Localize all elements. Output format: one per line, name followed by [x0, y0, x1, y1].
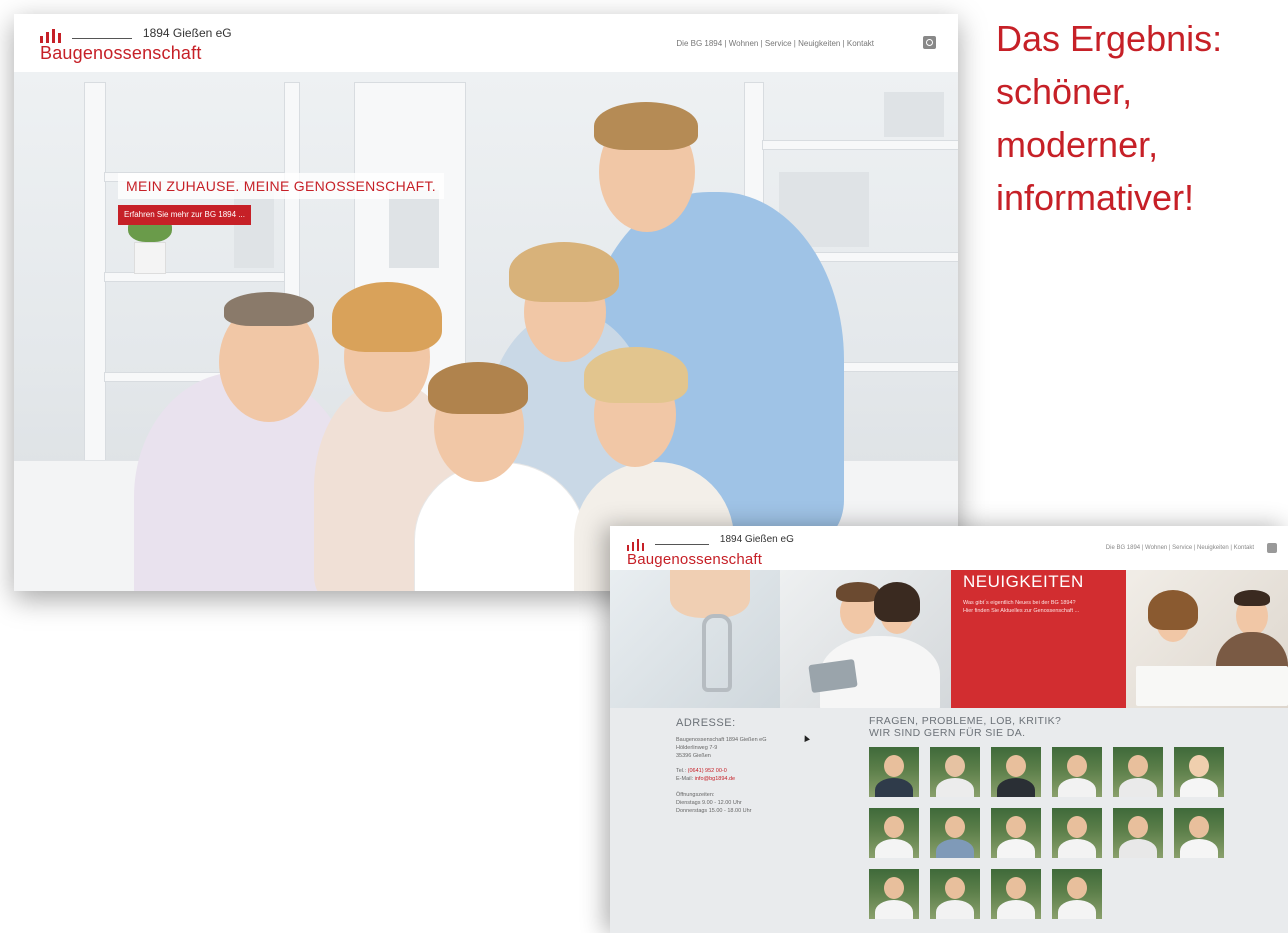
tile-couple-tablet[interactable]	[780, 570, 951, 708]
headline-line-1: Das Ergebnis:	[996, 18, 1223, 59]
phone-link[interactable]: (0641) 952 00-0	[688, 768, 727, 774]
search-icon[interactable]	[1267, 543, 1277, 553]
headline-line-3: moderner,	[996, 124, 1159, 165]
site-logo[interactable]: 1894 Gießen eG Baugenossenschaft	[627, 533, 794, 568]
site-header: 1894 Gießen eG Baugenossenschaft Die BG …	[610, 526, 1288, 570]
team-photo[interactable]	[991, 869, 1041, 919]
tile-news[interactable]: NEUIGKEITEN Was gibt´s eigentlich Neues …	[951, 570, 1126, 708]
team-photo[interactable]	[869, 747, 919, 797]
news-title: NEUIGKEITEN	[963, 572, 1084, 591]
team-photo[interactable]	[1052, 747, 1102, 797]
logo-name: Baugenossenschaft	[40, 43, 202, 63]
main-nav[interactable]: Die BG 1894 | Wohnen | Service | Neuigke…	[1106, 545, 1254, 551]
search-icon[interactable]	[923, 36, 936, 49]
logo-bars-icon	[627, 533, 647, 551]
team-photo[interactable]	[1052, 869, 1102, 919]
site-logo[interactable]: 1894 Gießen eG Baugenossenschaft	[40, 25, 232, 64]
logo-name: Baugenossenschaft	[627, 551, 763, 568]
result-headline: Das Ergebnis: schöner, moderner, informa…	[996, 12, 1222, 224]
logo-year-place: 1894 Gießen eG	[719, 534, 794, 545]
feature-tiles: NEUIGKEITEN Was gibt´s eigentlich Neues …	[610, 570, 1288, 708]
team-photo[interactable]	[930, 869, 980, 919]
logo-bars-icon	[40, 25, 64, 43]
address-block: Baugenossenschaft 1894 Gießen eG Hölderl…	[676, 737, 767, 814]
news-teaser: Was gibt´s eigentlich Neues bei der BG 1…	[963, 600, 1080, 614]
team-photo[interactable]	[869, 808, 919, 858]
team-photo[interactable]	[1052, 808, 1102, 858]
hero-image: MEIN ZUHAUSE. MEINE GENOSSENSCHAFT. Erfa…	[14, 72, 958, 591]
team-photo[interactable]	[930, 747, 980, 797]
website-screenshot-contact: 1894 Gießen eG Baugenossenschaft Die BG …	[610, 526, 1288, 933]
contact-footer: ADRESSE: Baugenossenschaft 1894 Gießen e…	[610, 708, 1288, 933]
team-photo[interactable]	[1174, 747, 1224, 797]
questions-heading: FRAGEN, PROBLEME, LOB, KRITIK? WIR SIND …	[869, 715, 1062, 739]
team-photo[interactable]	[1113, 747, 1163, 797]
team-photo[interactable]	[1174, 808, 1224, 858]
team-photo[interactable]	[930, 808, 980, 858]
email-link[interactable]: info@bg1894.de	[695, 776, 735, 782]
main-nav[interactable]: Die BG 1894 | Wohnen | Service | Neuigke…	[676, 39, 874, 48]
website-screenshot-home: 1894 Gießen eG Baugenossenschaft Die BG …	[14, 14, 958, 591]
team-photo[interactable]	[991, 808, 1041, 858]
headline-line-2: schöner,	[996, 71, 1133, 112]
team-photo[interactable]	[991, 747, 1041, 797]
headline-line-4: informativer!	[996, 177, 1195, 218]
logo-year-place: 1894 Gießen eG	[142, 26, 232, 40]
hero-tagline: MEIN ZUHAUSE. MEINE GENOSSENSCHAFT.	[118, 173, 444, 199]
site-header: 1894 Gießen eG Baugenossenschaft Die BG …	[14, 14, 958, 72]
tile-couple-floorplan[interactable]	[1126, 570, 1288, 708]
learn-more-button[interactable]: Erfahren Sie mehr zur BG 1894 ...	[118, 205, 251, 225]
address-heading: ADRESSE:	[676, 717, 736, 729]
tile-keys[interactable]	[610, 570, 780, 708]
team-photo[interactable]	[1113, 808, 1163, 858]
team-photo[interactable]	[869, 869, 919, 919]
key-icon	[702, 614, 732, 692]
